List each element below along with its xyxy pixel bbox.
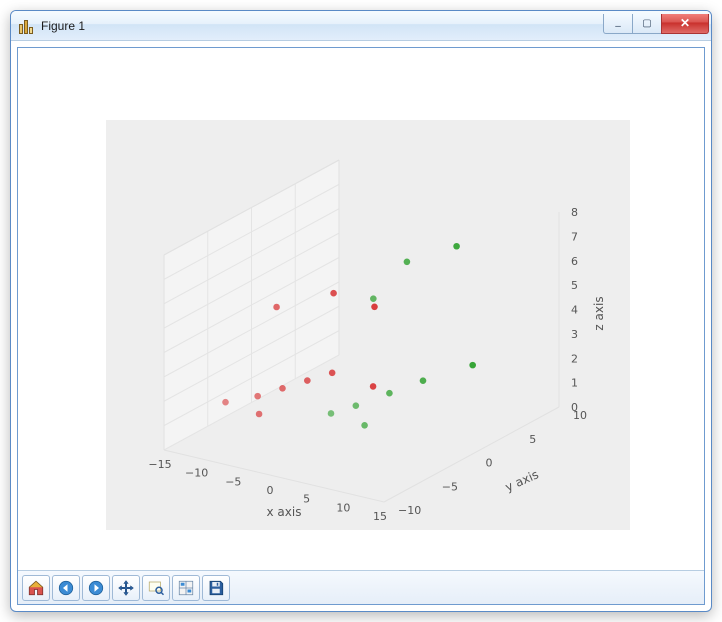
back-icon — [57, 579, 75, 597]
svg-text:2: 2 — [571, 352, 578, 365]
plot-canvas[interactable]: −15−10−5051015−10−50510012345678x axisy … — [18, 48, 704, 570]
svg-text:0: 0 — [486, 457, 493, 470]
svg-text:−5: −5 — [225, 475, 241, 488]
svg-text:0: 0 — [267, 484, 274, 497]
svg-text:−15: −15 — [148, 458, 171, 471]
pan-icon — [117, 579, 135, 597]
svg-text:−5: −5 — [442, 480, 458, 493]
back-button[interactable] — [52, 575, 80, 601]
client-area: −15−10−5051015−10−50510012345678x axisy … — [17, 47, 705, 605]
window-title: Figure 1 — [41, 19, 85, 33]
svg-text:−10: −10 — [398, 504, 421, 517]
svg-text:7: 7 — [571, 230, 578, 243]
svg-text:z axis: z axis — [592, 296, 606, 330]
svg-text:5: 5 — [303, 493, 310, 506]
close-button[interactable]: ✕ — [661, 14, 709, 34]
svg-text:8: 8 — [571, 206, 578, 219]
subplots-button[interactable] — [172, 575, 200, 601]
svg-text:15: 15 — [373, 510, 387, 523]
svg-text:3: 3 — [571, 328, 578, 341]
svg-text:6: 6 — [571, 255, 578, 268]
window-controls: – ▢ ✕ — [604, 14, 709, 34]
save-button[interactable] — [202, 575, 230, 601]
forward-button[interactable] — [82, 575, 110, 601]
forward-icon — [87, 579, 105, 597]
svg-text:x axis: x axis — [267, 505, 302, 519]
app-icon — [19, 18, 35, 34]
svg-text:5: 5 — [571, 279, 578, 292]
titlebar[interactable]: Figure 1 – ▢ ✕ — [11, 11, 711, 41]
svg-text:−10: −10 — [185, 467, 208, 480]
svg-text:y axis: y axis — [503, 467, 541, 494]
svg-text:0: 0 — [571, 401, 578, 414]
zoom-button[interactable] — [142, 575, 170, 601]
home-icon — [27, 579, 45, 597]
maximize-button[interactable]: ▢ — [632, 14, 662, 34]
home-button[interactable] — [22, 575, 50, 601]
figure-window: Figure 1 – ▢ ✕ −15−10−5051015−10−5051001… — [10, 10, 712, 612]
zoom-icon — [147, 579, 165, 597]
navigation-toolbar — [18, 570, 704, 604]
save-icon — [207, 579, 225, 597]
axes-3d[interactable]: −15−10−5051015−10−50510012345678x axisy … — [106, 120, 630, 530]
svg-text:4: 4 — [571, 304, 578, 317]
svg-text:10: 10 — [336, 501, 350, 514]
svg-text:5: 5 — [529, 433, 536, 446]
subplots-icon — [177, 579, 195, 597]
svg-text:1: 1 — [571, 377, 578, 390]
minimize-button[interactable]: – — [603, 14, 633, 34]
pan-button[interactable] — [112, 575, 140, 601]
